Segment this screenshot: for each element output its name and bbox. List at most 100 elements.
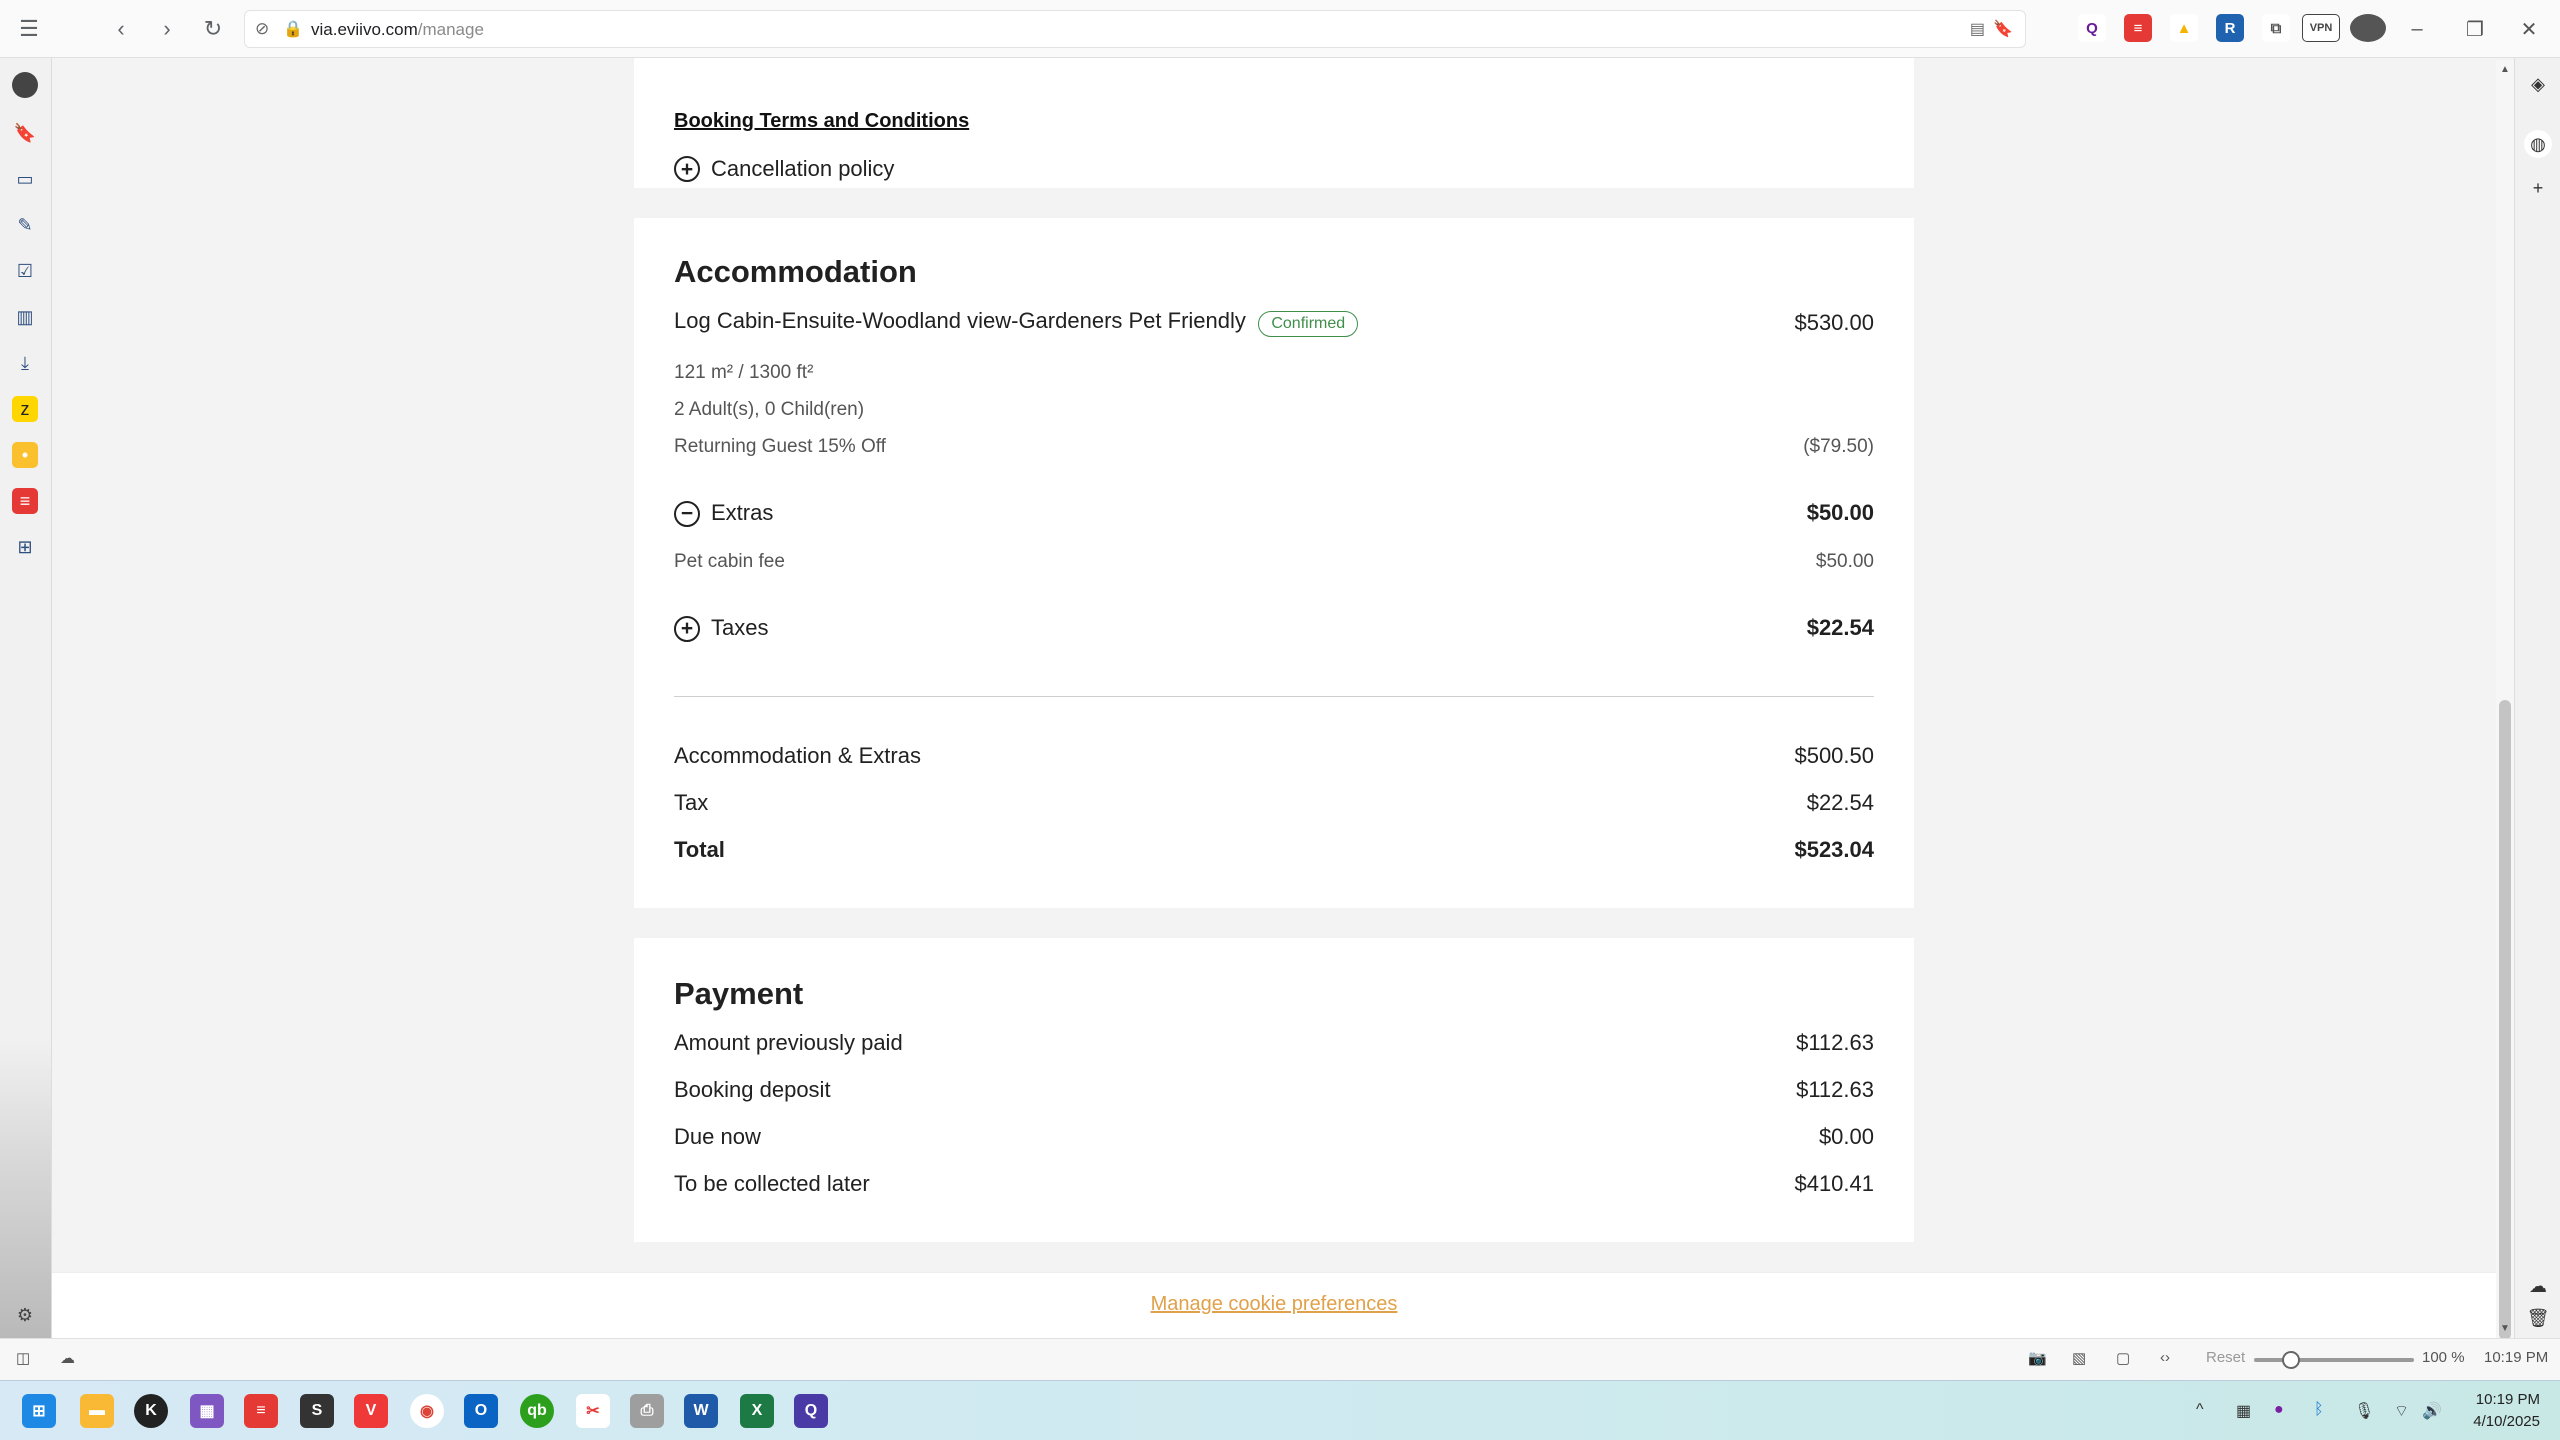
tasks-icon[interactable]: ☑ <box>12 258 38 284</box>
guest-count: 2 Adult(s), 0 Child(ren) <box>674 399 865 420</box>
app-q-icon[interactable]: Q <box>794 1394 828 1428</box>
collapse-minus-icon[interactable]: − <box>674 500 700 527</box>
start-windows-icon[interactable]: ⊞ <box>22 1394 56 1428</box>
vivaldi-logo-icon[interactable] <box>12 72 38 98</box>
reading-list-icon[interactable]: ▭ <box>12 166 38 192</box>
bluetooth-icon[interactable]: ᛒ <box>2314 1401 2324 1419</box>
taxes-toggle-row[interactable]: + Taxes $22.54 <box>674 615 1874 642</box>
reader-icon[interactable]: ▥ <box>12 304 38 330</box>
close-icon[interactable]: ✕ <box>2514 14 2544 44</box>
taskbar-clock[interactable]: 10:19 PM 4/10/2025 <box>2440 1389 2540 1433</box>
extensions-puzzle-icon[interactable]: ⧉ <box>2262 14 2290 42</box>
vivaldi-taskbar-icon[interactable]: V <box>354 1394 388 1428</box>
layers-icon[interactable]: ◈ <box>2524 70 2552 98</box>
summary-label: Tax <box>674 790 709 815</box>
url-text[interactable]: via.eviivo.com/manage <box>311 20 484 40</box>
todoist-extension-icon[interactable]: ≡ <box>2124 14 2152 42</box>
room-size: 121 m² / 1300 ft² <box>674 362 814 383</box>
images-icon[interactable]: ▧ <box>2072 1349 2086 1367</box>
add-icon[interactable]: + <box>2524 174 2552 202</box>
zoom-slider-handle[interactable] <box>2282 1351 2300 1369</box>
room-price: $530.00 <box>1794 309 1874 335</box>
taskbar-time: 10:19 PM <box>2475 1391 2540 1408</box>
add-panel-icon[interactable]: ⊞ <box>12 534 38 560</box>
page-scrollbar[interactable]: ▲ ▼ <box>2496 60 2514 1340</box>
sync-cloud-icon[interactable]: ☁ <box>60 1349 75 1367</box>
panel-background <box>0 1038 51 1338</box>
downloads-icon[interactable]: ⤓ <box>12 350 38 376</box>
word-icon[interactable]: W <box>684 1394 718 1428</box>
scrollbar-thumb[interactable] <box>2499 700 2511 1340</box>
volume-icon[interactable]: 🔊 <box>2422 1401 2442 1421</box>
lock-icon[interactable]: 🔒 <box>283 19 303 39</box>
quickbooks-icon[interactable]: qb <box>520 1394 554 1428</box>
bookmark-extension-icon[interactable]: R <box>2216 14 2244 42</box>
app-s-icon[interactable]: S <box>300 1394 334 1428</box>
expand-plus-icon[interactable]: + <box>674 615 700 642</box>
file-explorer-icon[interactable]: ▬ <box>80 1394 114 1428</box>
settings-gear-icon[interactable]: ⚙ <box>12 1302 38 1328</box>
trash-icon[interactable]: 🗑 <box>2524 1304 2552 1332</box>
page-actions-icon[interactable]: ‹› <box>2160 1349 2170 1366</box>
vpn-button[interactable]: VPN <box>2302 14 2340 42</box>
tray-chevron-icon[interactable]: ^ <box>2196 1401 2204 1419</box>
summary-label: Accommodation & Extras <box>674 743 921 768</box>
zoom-reset-button[interactable]: Reset <box>2206 1349 2245 1366</box>
cloud-icon[interactable]: ☁ <box>2524 1272 2552 1300</box>
cancellation-policy-toggle[interactable]: + Cancellation policy <box>674 156 1874 182</box>
url-path: /manage <box>417 20 484 39</box>
status-badge: Confirmed <box>1258 311 1359 337</box>
restore-icon[interactable]: ❐ <box>2460 14 2490 44</box>
booking-terms-link[interactable]: Booking Terms and Conditions <box>674 110 969 133</box>
tray-firefox-icon[interactable]: ● <box>2274 1401 2284 1419</box>
scroll-down-icon[interactable]: ▼ <box>2500 1323 2510 1334</box>
url-host: via.eviivo.com <box>311 20 418 39</box>
tray-app-icon[interactable]: ▦ <box>2236 1401 2251 1421</box>
outlook-icon[interactable]: O <box>464 1394 498 1428</box>
side-panel: 🔖 ▭ ✎ ☑ ▥ ⤓ z • ≡ ⊞ ⚙ <box>0 58 52 1338</box>
notes-icon[interactable]: ✎ <box>12 212 38 238</box>
reload-icon[interactable]: ↻ <box>198 14 228 44</box>
page-tiling-icon[interactable]: ▢ <box>2116 1349 2130 1367</box>
chrome-icon[interactable]: ◉ <box>410 1394 444 1428</box>
address-bar[interactable]: ⊘ 🔒 via.eviivo.com/manage ▤ 🔖 <box>244 10 2026 48</box>
wifi-icon[interactable]: ⌔ <box>2394 1401 2409 1421</box>
zoom-level: 100 % <box>2422 1349 2465 1366</box>
cookie-preferences-link[interactable]: Manage cookie preferences <box>52 1293 2496 1316</box>
minimize-icon[interactable]: – <box>2402 14 2432 44</box>
bookmark-icon[interactable]: 🔖 <box>1993 19 2013 39</box>
scroll-up-icon[interactable]: ▲ <box>2500 64 2510 75</box>
divider <box>674 696 1874 697</box>
keep-icon[interactable]: • <box>12 442 38 468</box>
accommodation-heading: Accommodation <box>674 254 917 289</box>
total-row: Total $523.04 <box>674 837 1874 863</box>
search-extension-icon[interactable]: Q <box>2078 14 2106 42</box>
menu-icon[interactable]: ☰ <box>14 14 44 44</box>
payment-value: $112.63 <box>1796 1030 1874 1055</box>
profile-avatar[interactable] <box>2350 14 2386 42</box>
web-panel-icon[interactable]: z <box>12 396 38 422</box>
printer-icon[interactable]: ⎙ <box>630 1394 664 1428</box>
extras-toggle-row[interactable]: − Extras $50.00 <box>674 500 1874 527</box>
capture-icon[interactable]: 📷 <box>2028 1349 2047 1367</box>
globe-icon[interactable]: ◍ <box>2524 130 2552 158</box>
browser-toolbar: ☰ ‹ › ↻ ⊘ 🔒 via.eviivo.com/manage ▤ 🔖 Q … <box>0 0 2560 58</box>
app-k-icon[interactable]: K <box>134 1394 168 1428</box>
reader-icon[interactable]: ▤ <box>1970 19 1985 39</box>
forward-icon[interactable]: › <box>152 14 182 44</box>
bookmarks-icon[interactable]: 🔖 <box>12 120 38 146</box>
expand-plus-icon[interactable]: + <box>674 156 700 182</box>
back-icon[interactable]: ‹ <box>106 14 136 44</box>
payment-row: Due now $0.00 <box>674 1124 1874 1150</box>
todoist-panel-icon[interactable]: ≡ <box>12 488 38 514</box>
excel-icon[interactable]: X <box>740 1394 774 1428</box>
microphone-icon[interactable]: 🎙 <box>2354 1401 2374 1421</box>
zoom-slider[interactable] <box>2254 1351 2414 1369</box>
panel-toggle-icon[interactable]: ◫ <box>16 1349 30 1367</box>
drive-extension-icon[interactable]: ▲ <box>2170 14 2198 42</box>
app-grid-icon[interactable]: ▦ <box>190 1394 224 1428</box>
extra-item-value: $50.00 <box>1815 551 1874 572</box>
snipping-tool-icon[interactable]: ✂ <box>576 1394 610 1428</box>
tracker-shield-icon[interactable]: ⊘ <box>255 19 269 39</box>
todoist-app-icon[interactable]: ≡ <box>244 1394 278 1428</box>
